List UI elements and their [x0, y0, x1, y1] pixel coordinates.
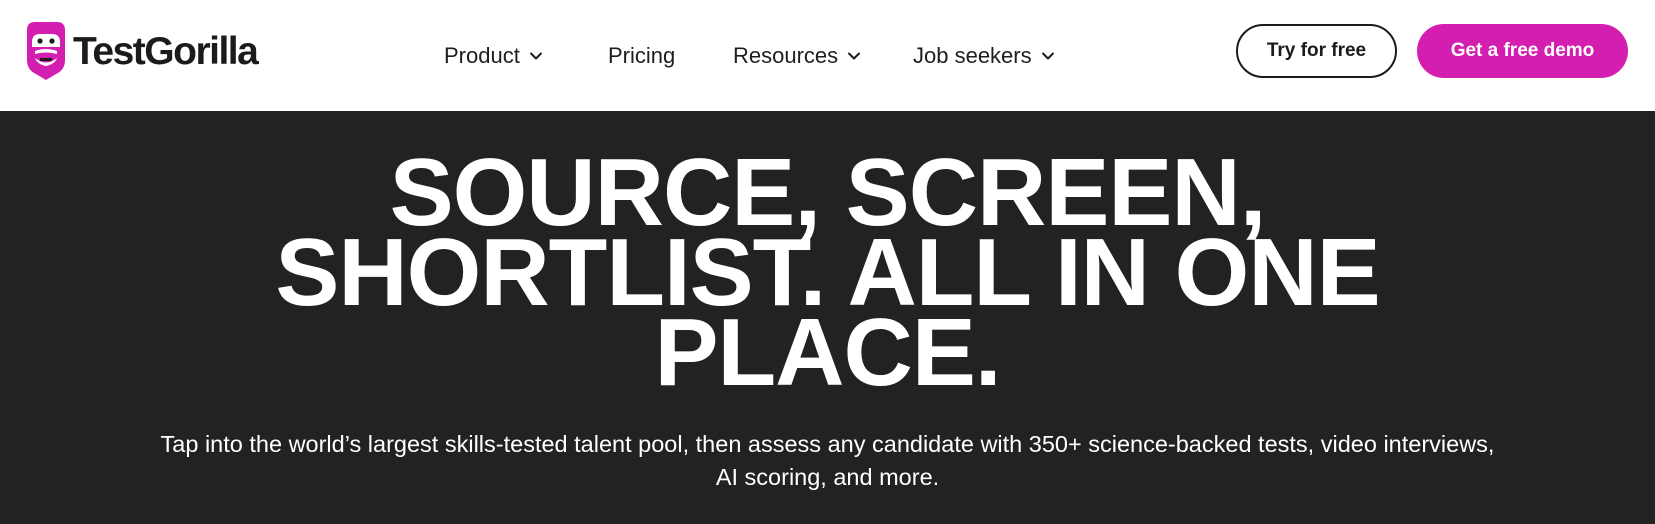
chevron-down-icon — [1041, 52, 1054, 60]
hero-title: SOURCE, SCREEN, SHORTLIST. ALL IN ONE PL… — [0, 145, 1655, 406]
hero-section: SOURCE, SCREEN, SHORTLIST. ALL IN ONE PL… — [0, 111, 1655, 524]
hero-subtitle: Tap into the world’s largest skills-test… — [160, 431, 1495, 490]
nav-item-pricing[interactable]: Pricing — [608, 40, 675, 72]
nav-item-resources[interactable]: Resources — [733, 40, 862, 72]
site-header: TestGorilla Product Pricing Resources Jo… — [0, 0, 1655, 111]
try-for-free-button[interactable]: Try for free — [1236, 24, 1397, 78]
get-demo-button[interactable]: Get a free demo — [1417, 24, 1628, 78]
gorilla-logo-icon — [27, 22, 65, 80]
nav-item-label: Product — [444, 43, 520, 68]
brand-logo[interactable]: TestGorilla — [26, 20, 259, 82]
nav-item-job-seekers[interactable]: Job seekers — [913, 40, 1056, 72]
chevron-down-icon — [848, 52, 861, 60]
nav-item-product[interactable]: Product — [444, 40, 544, 72]
nav-item-label: Job seekers — [913, 43, 1032, 68]
nav-item-label: Resources — [733, 43, 839, 68]
nav-item-label: Pricing — [608, 43, 676, 68]
brand-name: TestGorilla — [73, 29, 259, 73]
hero-title-line: PLACE. — [654, 299, 1001, 406]
chevron-down-icon — [529, 52, 542, 60]
